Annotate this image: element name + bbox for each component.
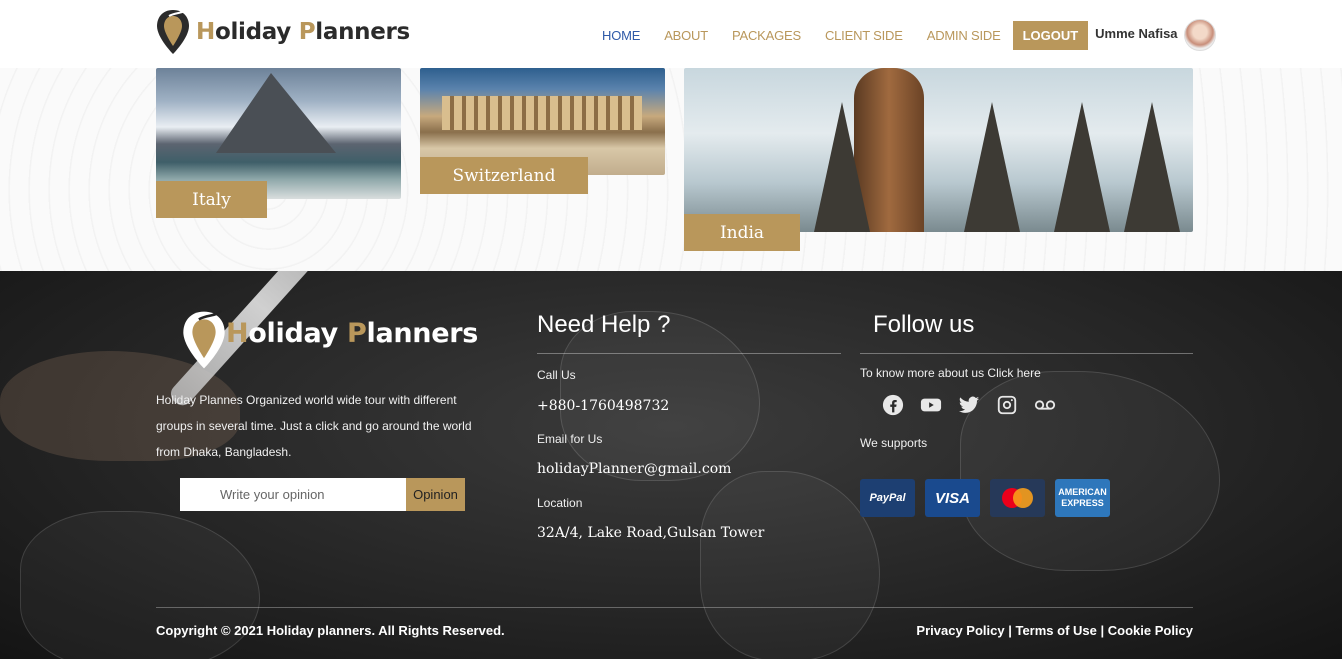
tree-graphic [814,102,870,232]
footer-divider [156,607,1193,608]
tree-graphic [1054,102,1110,232]
know-more-link[interactable]: To know more about us Click here [860,366,1041,380]
brand-name: Holiday Planners [196,19,410,45]
footer-about-text: Holiday Plannes Organized world wide tou… [156,393,472,459]
destination-label-italy[interactable]: Italy [156,181,267,218]
mountain-graphic [216,73,336,153]
privacy-policy-link[interactable]: Privacy Policy [916,623,1004,638]
map-pin-logo-icon [156,8,190,56]
nav-packages[interactable]: PACKAGES [732,28,801,43]
divider [537,353,841,354]
destination-image-italy[interactable] [156,68,401,199]
terms-of-use-link[interactable]: Terms of Use [1015,623,1096,638]
nav-admin-side[interactable]: ADMIN SIDE [927,28,1001,43]
brand-logo[interactable]: Holiday Planners [156,8,410,56]
we-supports-label: We supports [860,436,928,450]
email-address[interactable]: holidayPlanner@gmail.com [537,461,731,477]
phone-number[interactable]: +880-1760498732 [537,398,669,414]
twitter-icon[interactable] [957,393,981,417]
copyright-text: Copyright © 2021 Holiday planners. All R… [156,623,505,638]
opinion-form: Opinion [180,478,465,511]
amex-icon: AMERICAN EXPRESS [1055,479,1110,517]
separator: | [1004,623,1016,638]
main-nav: HOME ABOUT PACKAGES CLIENT SIDE ADMIN SI… [590,19,1216,51]
instagram-icon[interactable] [995,393,1019,417]
cookie-policy-link[interactable]: Cookie Policy [1108,623,1193,638]
facebook-icon[interactable] [881,393,905,417]
footer-brand-name: Holiday Planners [226,317,479,349]
destination-image-india[interactable] [684,68,1193,232]
address: 32A/4, Lake Road,Gulsan Tower [537,525,765,541]
social-links [881,393,1057,417]
logout-button[interactable]: LOGOUT [1012,20,1089,50]
paypal-icon: PayPal [860,479,915,517]
top-navbar: Holiday Planners HOME ABOUT PACKAGES CLI… [0,0,1342,68]
opinion-button[interactable]: Opinion [406,478,465,511]
divider [860,353,1193,354]
visa-icon: VISA [925,479,980,517]
destination-label-switzerland[interactable]: Switzerland [420,157,588,194]
location-label: Location [537,496,583,510]
call-label: Call Us [537,368,576,382]
temple-graphic [442,96,642,130]
destinations-section: Italy Switzerland India [0,68,1342,271]
voicemail-icon[interactable] [1033,393,1057,417]
tree-graphic [1124,102,1180,232]
nav-home[interactable]: HOME [602,28,640,43]
opinion-input[interactable] [180,478,406,511]
email-label: Email for Us [537,432,603,446]
youtube-icon[interactable] [919,393,943,417]
avatar[interactable] [1183,19,1216,51]
user-name: Umme Nafisa [1095,25,1178,41]
mastercard-icon [990,479,1045,517]
follow-us-heading: Follow us [873,311,975,338]
footer-brand-logo[interactable]: Holiday Planners [182,309,479,369]
nav-client-side[interactable]: CLIENT SIDE [825,28,903,43]
tree-graphic [964,102,1020,232]
policy-links: Privacy Policy | Terms of Use | Cookie P… [916,623,1193,638]
destination-label-india[interactable]: India [684,214,800,251]
need-help-heading: Need Help ? [537,311,671,338]
map-pin-logo-icon [182,309,225,369]
world-map-graphic [700,471,880,659]
payment-methods: PayPal VISA AMERICAN EXPRESS [860,479,1110,517]
nav-about[interactable]: ABOUT [664,28,708,43]
footer: Holiday Planners Holiday Plannes Organiz… [0,271,1342,659]
separator: | [1096,623,1108,638]
